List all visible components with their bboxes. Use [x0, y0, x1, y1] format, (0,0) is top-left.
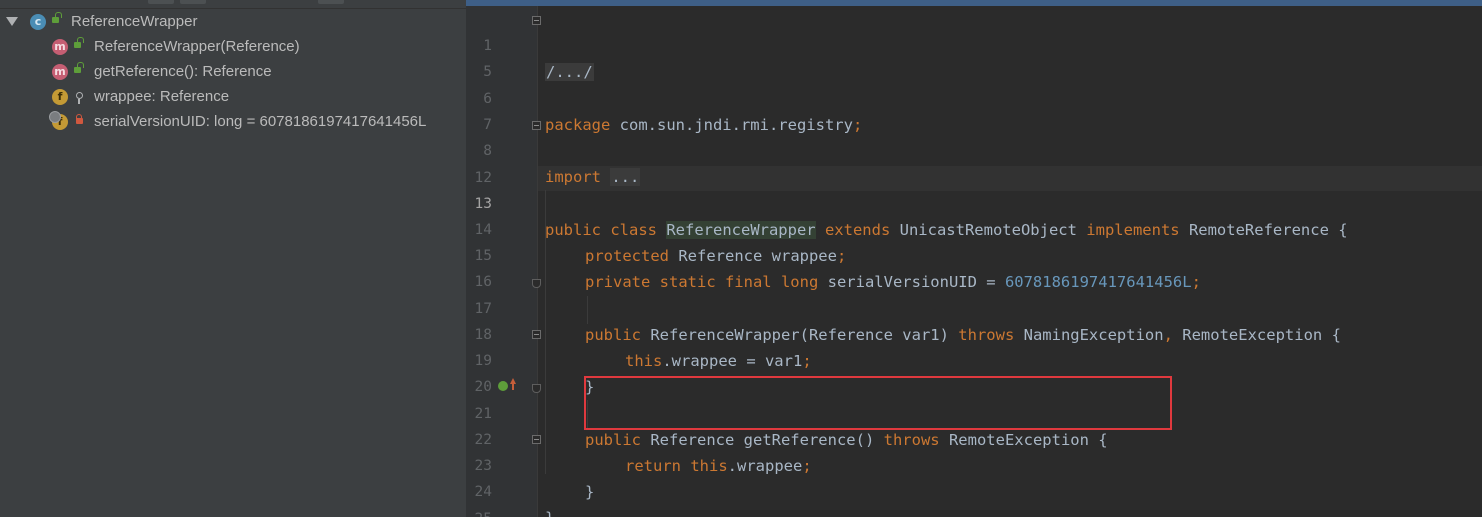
- interface-name: RemoteReference {: [1188, 221, 1348, 239]
- class-icon: c: [30, 14, 46, 30]
- package-name: com.sun.jndi.rmi.registry: [610, 116, 853, 134]
- exception-name: RemoteException {: [939, 431, 1108, 449]
- field-declaration: serialVersionUID =: [818, 273, 1005, 291]
- expand-arrow-icon[interactable]: [6, 17, 18, 26]
- method-signature: Reference getReference(): [641, 431, 884, 449]
- exception-name: NamingException: [1014, 326, 1164, 344]
- tree-item-static-field[interactable]: f serialVersionUID: long = 6078186197417…: [0, 109, 466, 134]
- comma: ,: [1163, 326, 1173, 344]
- keyword: import: [545, 168, 601, 186]
- keyword: throws: [883, 431, 940, 449]
- superclass-name: UnicastRemoteObject: [899, 221, 1077, 239]
- class-name: ReferenceWrapper: [666, 221, 816, 239]
- keyword: extends: [815, 221, 900, 239]
- tree-item-label: getReference(): Reference: [94, 63, 272, 80]
- code-line: 13 public class ReferenceWrapper extends…: [466, 165, 1348, 239]
- keyword: public: [585, 326, 641, 344]
- line-number: 25: [466, 506, 492, 517]
- semicolon: ;: [836, 247, 847, 265]
- code-line: 25: [466, 480, 503, 517]
- public-icon: [74, 37, 84, 48]
- semicolon: ;: [802, 352, 812, 370]
- fold-toggle-icon[interactable]: [532, 121, 541, 130]
- keyword: this: [690, 457, 728, 475]
- keyword: protected: [585, 247, 669, 265]
- tree-item-method[interactable]: m getReference(): Reference: [0, 59, 466, 84]
- public-icon: [74, 62, 84, 73]
- tree-root-label: ReferenceWrapper: [71, 13, 198, 30]
- protected-icon: [76, 92, 83, 104]
- code-line: 12: [466, 139, 503, 186]
- tree-item-field[interactable]: f wrappee: Reference: [0, 84, 466, 109]
- method-icon: m: [52, 64, 68, 80]
- closing-brace: }: [585, 483, 595, 501]
- indent-guide: [587, 296, 588, 324]
- code-line: 17 public ReferenceWrapper(Reference var…: [466, 270, 1341, 344]
- code-line: 22 return this.wrappee;: [466, 401, 812, 475]
- tree-item-constructor[interactable]: m ReferenceWrapper(Reference): [0, 34, 466, 59]
- keyword: private static final long: [585, 273, 819, 291]
- keyword: package: [545, 116, 611, 134]
- code-line: 14 protected Reference wrappee;: [466, 191, 847, 265]
- toolbar-button[interactable]: [148, 0, 174, 4]
- field-declaration: Reference wrappee: [669, 247, 837, 265]
- field-access: .wrappee: [727, 457, 803, 475]
- semicolon: ;: [852, 116, 863, 134]
- public-icon: [52, 12, 62, 23]
- field-icon: f: [52, 89, 68, 105]
- fold-toggle-icon[interactable]: [532, 16, 541, 25]
- code-line: 23 }: [466, 427, 595, 501]
- code-line: 1 /.../: [466, 7, 594, 81]
- constructor-signature: ReferenceWrapper(Reference var1): [641, 326, 959, 344]
- code-line: 15 private static final long serialVersi…: [466, 217, 1201, 291]
- structure-toolbar: [0, 0, 466, 9]
- code-line: 7: [466, 86, 503, 133]
- keyword: return: [625, 457, 691, 475]
- code-line: 6 package com.sun.jndi.rmi.registry;: [466, 60, 862, 134]
- number-literal: 6078186197417641456L: [1004, 273, 1192, 291]
- code-line: 8 import ...: [466, 112, 641, 186]
- static-badge-icon: [49, 111, 61, 123]
- highlight-box: [584, 376, 1172, 430]
- code-editor[interactable]: 1 /.../ 5 6 package com.sun.jndi.rmi.reg…: [466, 0, 1482, 517]
- code-line: 5: [466, 33, 503, 80]
- keyword: public: [585, 431, 641, 449]
- code-line: 19 }: [466, 322, 595, 396]
- private-icon: [76, 114, 83, 124]
- semicolon: ;: [802, 457, 812, 475]
- folded-imports[interactable]: ...: [610, 168, 641, 186]
- fold-end-icon[interactable]: [532, 330, 541, 339]
- fold-start-icon[interactable]: [532, 384, 541, 393]
- semicolon: ;: [1191, 273, 1201, 291]
- code-line: 21 public Reference getReference() throw…: [466, 375, 1108, 449]
- closing-brace: }: [545, 505, 554, 517]
- toolbar-button[interactable]: [180, 0, 206, 4]
- tree-root-class[interactable]: c ReferenceWrapper: [0, 9, 466, 34]
- code-line: 18 this.wrappee = var1;: [466, 296, 812, 370]
- assignment: .wrappee = var1: [662, 352, 803, 370]
- keyword: this: [625, 352, 663, 370]
- go-to-super-arrow-icon[interactable]: [510, 378, 516, 390]
- structure-panel: c ReferenceWrapper m ReferenceWrapper(Re…: [0, 0, 466, 517]
- method-icon: m: [52, 39, 68, 55]
- fold-start-icon[interactable]: [532, 279, 541, 288]
- keyword: implements: [1076, 221, 1189, 239]
- tree-item-label: wrappee: Reference: [94, 88, 230, 105]
- keyword: public class: [545, 221, 667, 239]
- code-line: 24 }: [466, 453, 555, 517]
- tree-item-label: serialVersionUID: long = 607818619741764…: [94, 113, 427, 130]
- code-line: 20: [466, 348, 503, 395]
- code-line: 16: [466, 243, 503, 290]
- fold-end-icon[interactable]: [532, 435, 541, 444]
- folded-region[interactable]: /.../: [545, 63, 594, 81]
- tree-item-label: ReferenceWrapper(Reference): [94, 38, 300, 55]
- exception-name: RemoteException {: [1172, 326, 1341, 344]
- editor-tab-strip: [466, 0, 1482, 6]
- keyword: throws: [958, 326, 1015, 344]
- toolbar-button[interactable]: [318, 0, 344, 4]
